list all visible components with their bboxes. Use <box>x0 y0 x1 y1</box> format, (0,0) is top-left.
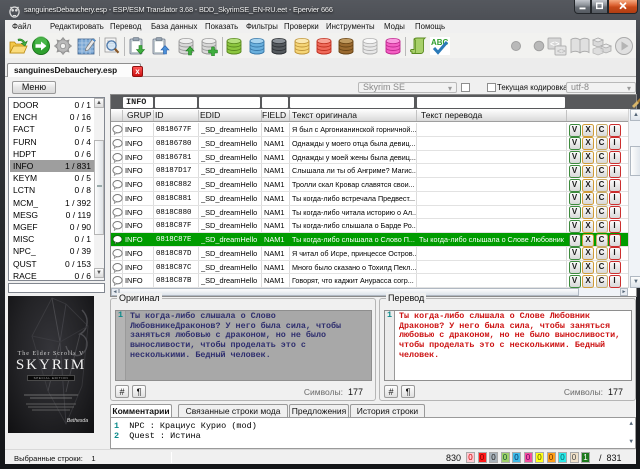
svg-text:<>: <> <box>557 49 565 57</box>
